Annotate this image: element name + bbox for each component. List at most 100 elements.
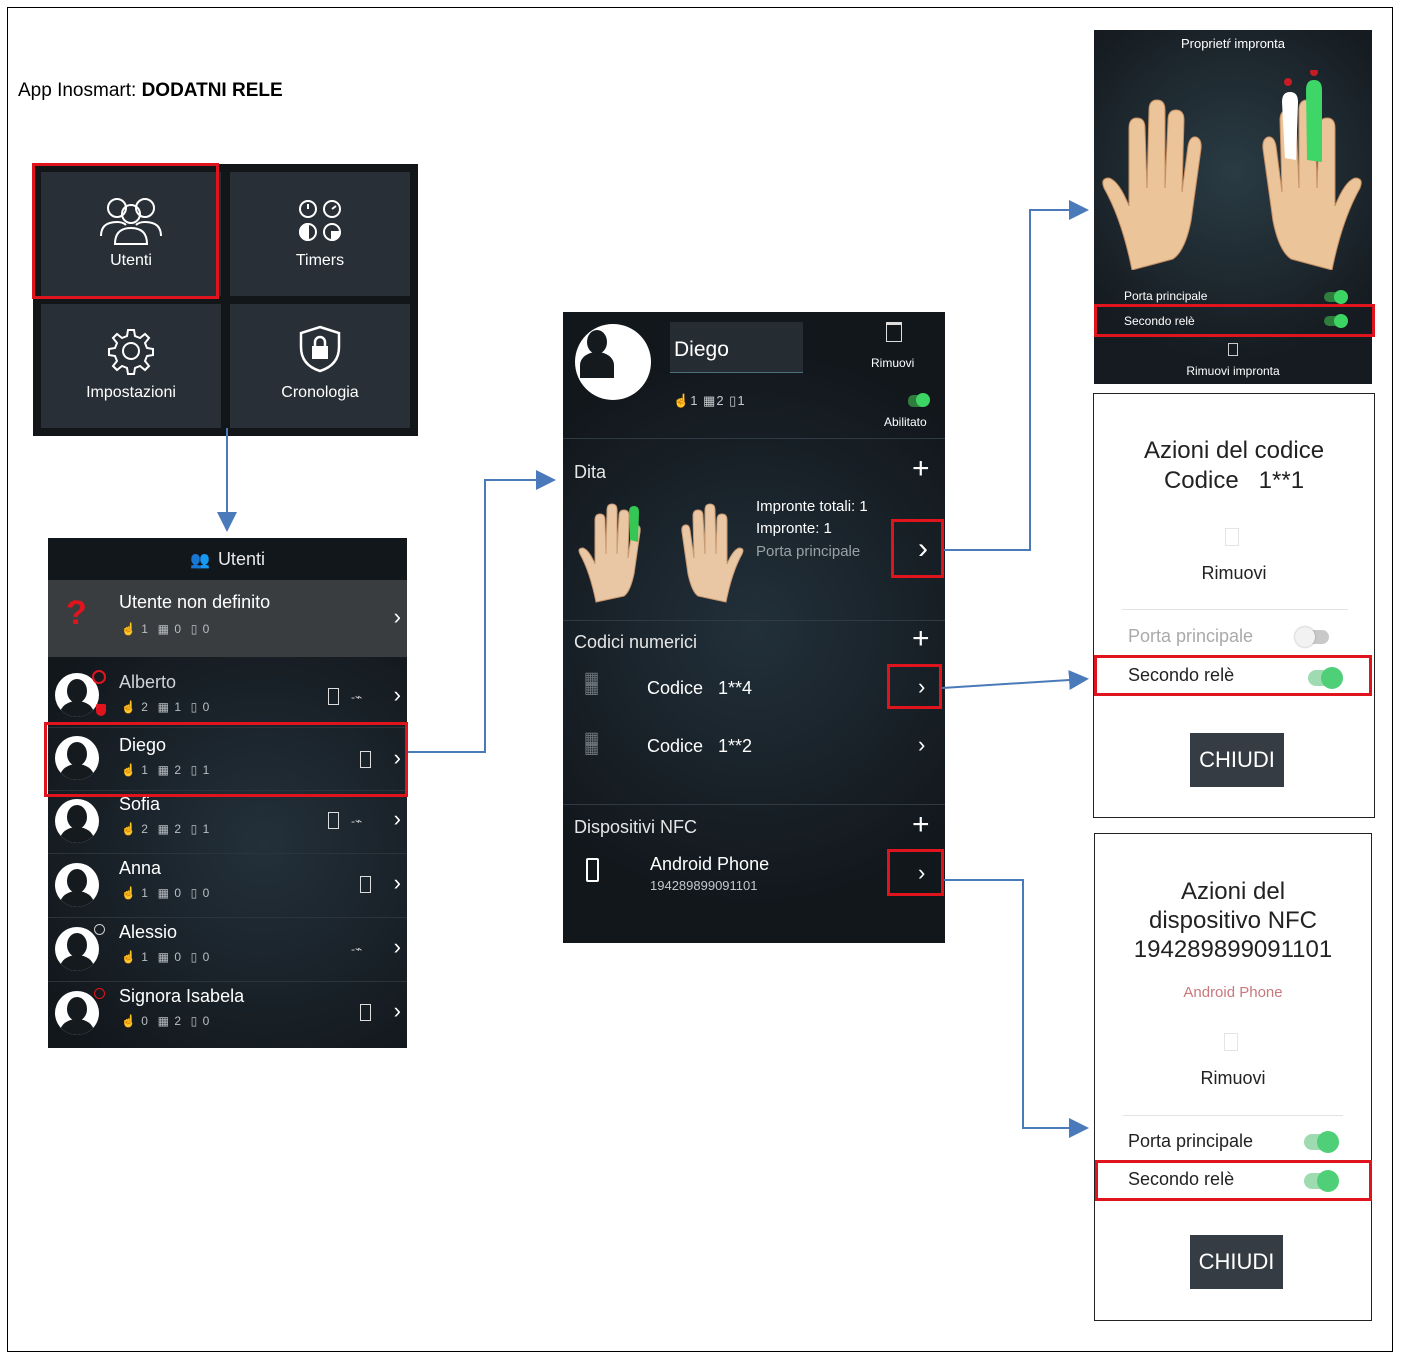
trash-icon[interactable]: [1224, 1033, 1238, 1051]
code-dialog-main-door-toggle[interactable]: [1295, 627, 1329, 647]
fprop-remove-button[interactable]: Rimuovi impronta: [1094, 364, 1372, 378]
users-header: 👥 Utenti: [48, 538, 407, 580]
code-dialog-remove-button[interactable]: Rimuovi: [1094, 563, 1374, 584]
finger-count: 1: [690, 393, 699, 408]
code-dialog-close-button[interactable]: CHIUDI: [1190, 733, 1284, 787]
divider: [1123, 1115, 1343, 1116]
door-icon: [360, 751, 371, 768]
user-stats: ☝ 1 ▦ 0 ▯ 0: [121, 950, 211, 964]
finger-count: 2: [141, 822, 149, 836]
fprop-title: Proprietŕ impronta: [1180, 36, 1286, 51]
menu-tile-cronologia[interactable]: Cronologia: [230, 304, 410, 428]
nfc-count: 1: [737, 393, 746, 408]
relay-icon: -⌁: [351, 942, 363, 956]
finger-count: 0: [141, 1014, 149, 1028]
undefined-user-stats: ☝ 1 ▦ 0 ▯ 0: [121, 622, 210, 636]
finger-count: 2: [141, 700, 149, 714]
avatar: [55, 991, 99, 1035]
users-icon: [100, 198, 162, 245]
user-row-diego[interactable]: Diego ☝ 1 ▦ 2 ▯ 1 ›: [48, 727, 407, 791]
detail-avatar: [575, 324, 651, 400]
user-name-field[interactable]: Diego: [670, 322, 803, 373]
trash-icon[interactable]: [1225, 528, 1239, 546]
chevron-right-icon[interactable]: ›: [394, 745, 401, 771]
timer-badge-icon: [94, 924, 105, 935]
nfc-dialog-remove-button[interactable]: Rimuovi: [1095, 1068, 1371, 1089]
user-row-signora-isabela[interactable]: Signora Isabela ☝ 0 ▦ 2 ▯ 0 ›: [48, 982, 407, 1045]
undefined-user-row[interactable]: ? Utente non definito ☝ 1 ▦ 0 ▯ 0 ›: [48, 580, 407, 657]
trash-icon[interactable]: [886, 322, 902, 342]
menu-tile-timers[interactable]: Timers: [230, 172, 410, 296]
shield-lock-icon: [299, 325, 341, 373]
remove-user-button[interactable]: Rimuovi: [871, 356, 914, 370]
code-dialog-second-relay-label: Secondo relè: [1128, 665, 1235, 685]
fingers-section-title: Dita: [574, 462, 607, 482]
fprop-second-relay-toggle[interactable]: [1324, 314, 1348, 328]
nfc-count: 0: [202, 950, 211, 964]
chevron-right-icon[interactable]: ›: [918, 860, 925, 886]
enabled-label: Abilitato: [884, 415, 927, 429]
finger-icon: ☝: [121, 622, 137, 636]
menu-label-cronologia: Cronologia: [281, 384, 359, 401]
trash-icon[interactable]: [1228, 343, 1238, 356]
caption-prefix: App Inosmart:: [18, 80, 142, 101]
user-stats: ☝ 1 ▦ 0 ▯ 0: [121, 886, 211, 900]
chevron-right-icon[interactable]: ›: [394, 870, 401, 896]
code-dialog-main-door-label: Porta principale: [1128, 626, 1254, 646]
nfc-count: 1: [202, 822, 211, 836]
user-row-anna[interactable]: Anna ☝ 1 ▦ 0 ▯ 0 ›: [48, 854, 407, 918]
menu-tile-utenti[interactable]: Utenti: [41, 172, 221, 296]
fingers-chevron-right-icon[interactable]: ›: [918, 532, 928, 566]
nfc-device-row[interactable]: Android Phone 194289899091101 ›: [563, 850, 945, 902]
chevron-right-icon[interactable]: ›: [918, 674, 925, 700]
gear-icon: [108, 329, 154, 375]
chevron-right-icon[interactable]: ›: [394, 682, 401, 708]
code-row-2[interactable]: ▦ ▦ Codice 1**2 ›: [563, 724, 945, 776]
nfc-count: 1: [202, 763, 211, 777]
code-count: 0: [174, 886, 182, 900]
chevron-right-icon[interactable]: ›: [394, 998, 401, 1024]
code-count: 0: [174, 950, 182, 964]
enabled-toggle[interactable]: [908, 393, 930, 407]
user-stats: ☝ 0 ▦ 2 ▯ 0: [121, 1014, 211, 1028]
codes-section-title: Codici numerici: [574, 632, 698, 652]
code-dialog-second-relay-toggle[interactable]: [1308, 667, 1343, 689]
fprop-main-door-label: Porta principale: [1124, 289, 1208, 303]
keypad-icon: ▦ ▦: [584, 730, 600, 757]
nfc-dialog-close-button[interactable]: CHIUDI: [1190, 1235, 1283, 1289]
chevron-right-icon[interactable]: ›: [394, 806, 401, 832]
avatar: [55, 736, 99, 780]
door-icon: [328, 812, 339, 829]
fingerprint-properties-screen: Proprietŕ impronta Porta principale Seco…: [1094, 30, 1372, 384]
avatar: [55, 927, 99, 971]
code-row-1[interactable]: ▦ ▦ Codice 1**4 ›: [563, 664, 945, 716]
add-nfc-button[interactable]: +: [912, 810, 930, 840]
timer-badge-icon: [94, 988, 105, 999]
divider: [563, 804, 945, 805]
code-actions-dialog: Azioni del codice Codice 1**1 Rimuovi Po…: [1093, 393, 1375, 818]
user-row-alberto[interactable]: Alberto ☝ 2 ▦ 1 ▯ 0 -⌁ ›: [48, 664, 407, 728]
nfc-dialog-main-door-toggle[interactable]: [1304, 1131, 1339, 1153]
add-code-button[interactable]: +: [912, 624, 930, 654]
add-finger-button[interactable]: +: [912, 454, 930, 484]
nfc-dialog-second-relay-toggle[interactable]: [1304, 1170, 1339, 1192]
nfc-device-id: 194289899091101: [650, 878, 758, 893]
detail-stats: ☝1 ▦2 ▯1: [673, 393, 746, 408]
users-group-icon: 👥: [190, 552, 210, 569]
code-count: 2: [174, 822, 182, 836]
door-icon: [328, 688, 339, 705]
keypad-icon: ▦: [157, 622, 170, 636]
chevron-right-icon[interactable]: ›: [918, 732, 925, 758]
divider: [1122, 609, 1348, 610]
menu-tile-impostazioni[interactable]: Impostazioni: [41, 304, 221, 428]
fprop-main-door-toggle[interactable]: [1324, 290, 1348, 304]
nfc-count: 0: [202, 700, 211, 714]
user-name: Anna: [119, 858, 162, 878]
user-name-value: Diego: [674, 338, 729, 361]
chevron-right-icon[interactable]: ›: [394, 604, 401, 630]
door-icon: [360, 876, 371, 893]
user-row-alessio[interactable]: Alessio ☝ 1 ▦ 0 ▯ 0 -⌁ ›: [48, 918, 407, 982]
chevron-right-icon[interactable]: ›: [394, 934, 401, 960]
user-detail-screen: Diego ☝1 ▦2 ▯1 Rimuovi Abilitato Dita + …: [563, 312, 945, 943]
user-row-sofia[interactable]: Sofia ☝ 2 ▦ 2 ▯ 1 -⌁ ›: [48, 790, 407, 854]
